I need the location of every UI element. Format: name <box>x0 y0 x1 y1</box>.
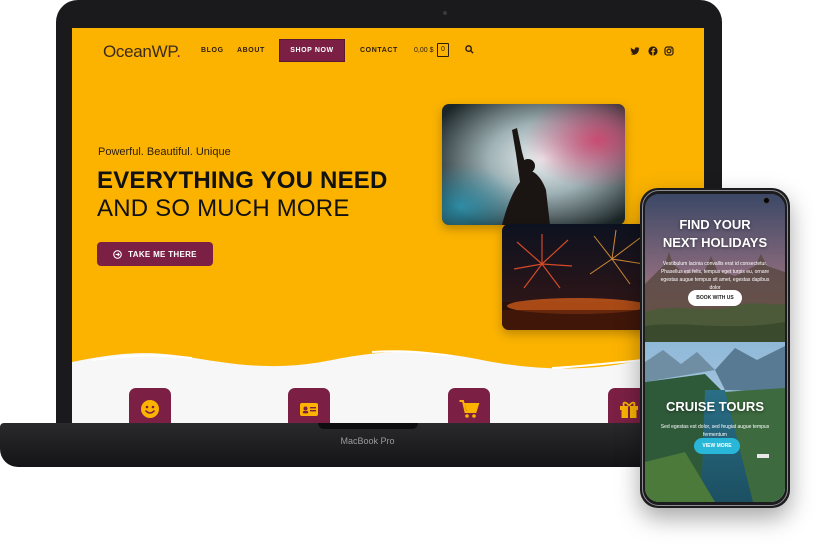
laptop-model-label: MacBook Pro <box>340 436 395 446</box>
hero-subtitle: Powerful. Beautiful. Unique <box>98 146 231 158</box>
phone: FIND YOUR NEXT HOLIDAYS Vestibulum lacin… <box>640 188 790 508</box>
cart-icon <box>459 400 480 418</box>
laptop-camera <box>443 11 447 15</box>
id-card-icon <box>300 403 318 416</box>
nav-about[interactable]: ABOUT <box>237 47 265 54</box>
book-with-us-button[interactable]: BOOK WITH US <box>688 290 742 306</box>
holidays-title-line1: FIND YOUR <box>679 217 751 232</box>
hero-title-line2: AND SO MUCH MORE <box>97 195 350 222</box>
gift-icon <box>620 401 638 418</box>
instagram-icon[interactable] <box>664 46 674 56</box>
laptop-base: MacBook Pro <box>0 423 735 467</box>
take-me-there-button[interactable]: TAKE ME THERE <box>97 242 213 266</box>
cart-count[interactable]: 0 <box>437 43 449 57</box>
smile-icon <box>141 400 159 418</box>
phone-camera <box>763 197 770 204</box>
arrow-circle-icon <box>113 249 122 259</box>
feature-id-card[interactable] <box>288 388 330 424</box>
cruise-tours-title: CRUISE TOURS <box>666 399 764 414</box>
fjord-photo <box>645 342 785 502</box>
search-icon[interactable] <box>465 45 474 54</box>
cart-total[interactable]: 0,00 $ <box>414 47 433 54</box>
holidays-text: Vestibulum lacinia convallis erat id con… <box>660 261 770 291</box>
hero-title-line1: EVERYTHING YOU NEED <box>97 167 388 194</box>
laptop-screen: OceanWP. BLOG ABOUT SHOP NOW CONTACT 0,0… <box>72 28 704 424</box>
feature-cart[interactable] <box>448 388 490 424</box>
site-logo[interactable]: OceanWP. <box>103 42 181 62</box>
nav-contact[interactable]: CONTACT <box>360 47 398 54</box>
concert-photo <box>442 104 625 225</box>
view-more-button[interactable]: VIEW MORE <box>694 438 740 454</box>
product-mockup: OceanWP. BLOG ABOUT SHOP NOW CONTACT 0,0… <box>0 0 840 560</box>
twitter-icon[interactable] <box>630 46 640 56</box>
cruise-tours-text: Sed egestas est dolor, sed feugiat augue… <box>660 424 770 438</box>
nav-blog[interactable]: BLOG <box>201 47 224 54</box>
nav-shop-now-button[interactable]: SHOP NOW <box>279 39 345 62</box>
facebook-icon[interactable] <box>648 46 658 56</box>
phone-screen: FIND YOUR NEXT HOLIDAYS Vestibulum lacin… <box>645 194 785 502</box>
holidays-title-line2: NEXT HOLIDAYS <box>662 235 768 250</box>
laptop-notch <box>318 423 418 429</box>
fireworks-photo <box>502 224 652 330</box>
feature-smile[interactable] <box>129 388 171 424</box>
take-me-there-label: TAKE ME THERE <box>128 249 197 259</box>
